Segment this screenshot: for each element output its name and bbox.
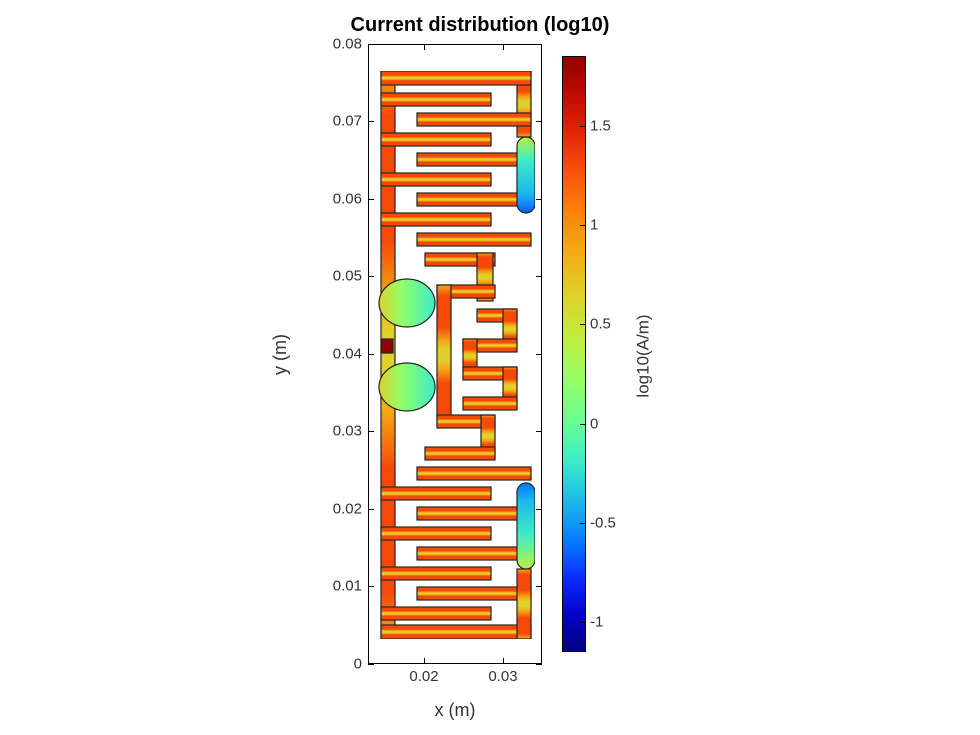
y-tick-label: 0.08 xyxy=(318,36,362,53)
current-distribution-surface xyxy=(377,71,535,639)
y-tick-label: 0 xyxy=(318,656,362,673)
figure: Current distribution (log10) xyxy=(0,0,980,735)
x-tick-label: 0.02 xyxy=(409,668,438,685)
y-tick-label: 0.05 xyxy=(318,268,362,285)
colorbar-gradient xyxy=(563,57,585,651)
y-tick-label: 0.07 xyxy=(318,113,362,130)
colorbar xyxy=(562,56,586,652)
y-tick-label: 0.01 xyxy=(318,578,362,595)
colorbar-tick-label: 0.5 xyxy=(590,316,611,333)
y-tick-label: 0.02 xyxy=(318,501,362,518)
y-tick-label: 0.04 xyxy=(318,346,362,363)
y-tick-label: 0.06 xyxy=(318,191,362,208)
chart-title: Current distribution (log10) xyxy=(340,14,620,37)
colorbar-tick-label: 0 xyxy=(590,416,598,433)
y-tick-label: 0.03 xyxy=(318,423,362,440)
x-axis-label: x (m) xyxy=(368,700,542,721)
colorbar-label: log10(A/m) xyxy=(642,56,662,652)
x-tick-label: 0.03 xyxy=(488,668,517,685)
plot-axes xyxy=(368,44,542,664)
y-axis-label: y (m) xyxy=(300,44,320,664)
colorbar-tick-label: 1 xyxy=(590,217,598,234)
colorbar-tick-label: 1.5 xyxy=(590,118,611,135)
colorbar-tick-label: -1 xyxy=(590,614,603,631)
colorbar-tick-label: -0.5 xyxy=(590,515,616,532)
